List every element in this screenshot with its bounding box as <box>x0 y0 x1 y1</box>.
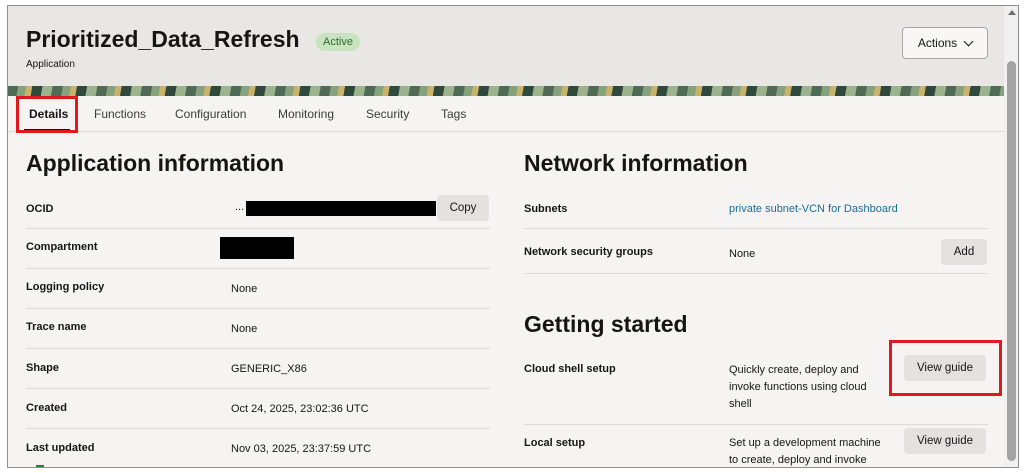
local-setup-description: Set up a development machine to create, … <box>729 437 881 466</box>
tab-monitoring[interactable]: Monitoring <box>278 107 334 121</box>
status-badge: Active <box>316 33 360 51</box>
trace-name-value: None <box>231 323 258 335</box>
divider <box>26 268 490 269</box>
logging-policy-value: None <box>231 283 258 295</box>
page-title: Prioritized_Data_Refresh <box>26 26 300 52</box>
app-details-page: Prioritized_Data_Refresh Active Applicat… <box>7 5 1019 468</box>
tab-security[interactable]: Security <box>366 107 409 121</box>
divider <box>524 228 988 229</box>
ocid-label: OCID <box>26 203 54 215</box>
add-nsg-button[interactable]: Add <box>941 239 987 265</box>
cloud-shell-label: Cloud shell setup <box>524 363 616 375</box>
actions-button[interactable]: Actions <box>902 27 988 59</box>
tab-functions[interactable]: Functions <box>94 107 146 121</box>
ocid-redacted <box>246 201 436 216</box>
page-header: Prioritized_Data_Refresh Active Applicat… <box>8 6 1004 96</box>
network-info-heading: Network information <box>524 150 748 176</box>
subnets-label: Subnets <box>524 203 568 215</box>
divider <box>26 428 490 429</box>
shape-label: Shape <box>26 362 60 374</box>
divider <box>26 388 490 389</box>
divider <box>26 228 490 229</box>
created-label: Created <box>26 402 67 414</box>
nsg-value: None <box>729 248 756 260</box>
nsg-label: Network security groups <box>524 246 653 258</box>
last-updated-label: Last updated <box>26 442 95 454</box>
local-setup-view-guide-button[interactable]: View guide <box>904 428 986 454</box>
tab-configuration[interactable]: Configuration <box>175 107 246 121</box>
local-setup-label: Local setup <box>524 437 586 449</box>
scroll-up-arrow-icon[interactable] <box>1008 10 1016 15</box>
logging-policy-label: Logging policy <box>26 281 105 293</box>
created-value: Oct 24, 2025, 23:02:36 UTC <box>231 403 369 415</box>
details-tab-highlight <box>16 96 78 133</box>
app-info-heading: Application information <box>26 150 285 176</box>
getting-started-heading: Getting started <box>524 311 688 337</box>
chevron-down-icon <box>963 36 974 46</box>
ocid-prefix: ... <box>235 201 245 213</box>
actions-button-label: Actions <box>917 36 958 50</box>
compartment-redacted <box>220 237 294 259</box>
divider <box>524 273 988 274</box>
page-subtitle: Application <box>26 59 75 70</box>
shape-value: GENERIC_X86 <box>231 363 307 375</box>
divider <box>26 308 490 309</box>
tab-tags[interactable]: Tags <box>441 107 466 121</box>
cloud-shell-description: Quickly create, deploy and invoke functi… <box>729 364 867 410</box>
scrollbar-thumb[interactable] <box>1007 61 1016 461</box>
tab-bar: Details Functions Configuration Monitori… <box>8 96 1004 132</box>
bottom-accent <box>36 465 44 467</box>
copy-ocid-button[interactable]: Copy <box>437 195 489 221</box>
divider <box>26 348 490 349</box>
last-updated-value: Nov 03, 2025, 23:37:59 UTC <box>231 443 372 455</box>
compartment-label: Compartment <box>26 241 98 253</box>
header-banner <box>8 86 1004 96</box>
divider <box>524 424 988 425</box>
view-guide-highlight <box>889 340 1002 396</box>
trace-name-label: Trace name <box>26 321 87 333</box>
subnet-link[interactable]: private subnet-VCN for Dashboard <box>729 203 898 215</box>
